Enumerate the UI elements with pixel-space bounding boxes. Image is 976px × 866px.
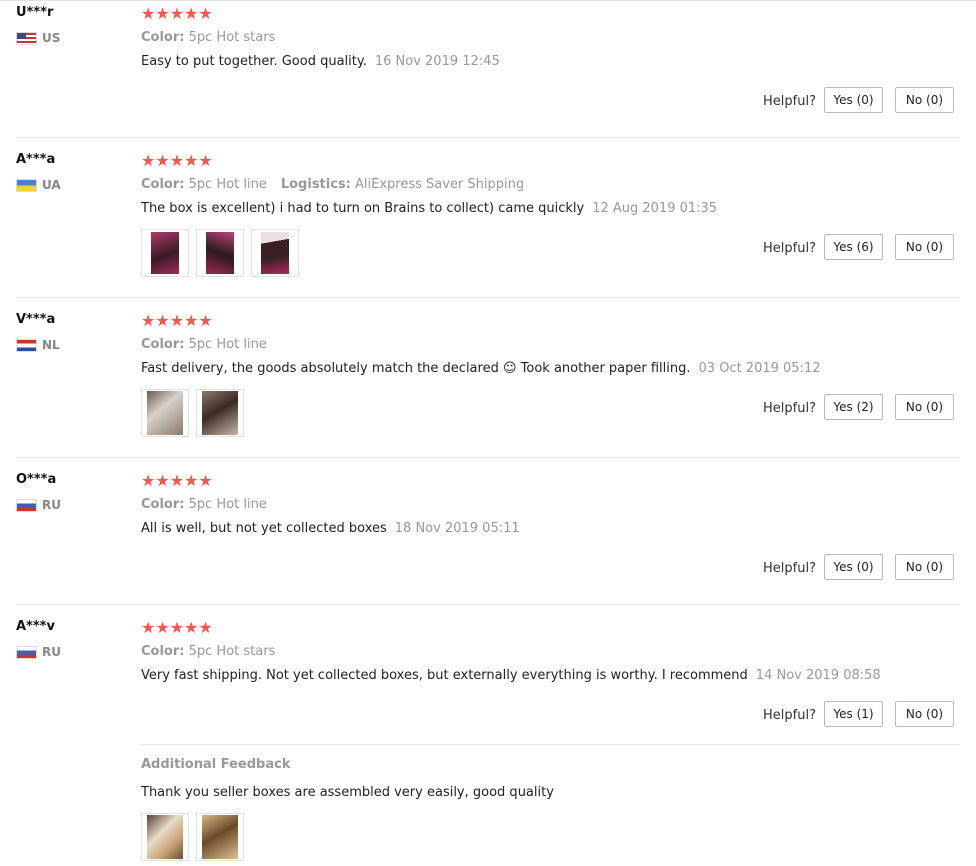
top-divider: [0, 0, 976, 1]
review-text: The box is excellent) i had to turn on B…: [141, 201, 717, 216]
sku-info: Color: 5pc Hot stars: [141, 644, 275, 659]
helpful-label: Helpful?: [763, 94, 816, 109]
review-body: Fast delivery, the goods absolutely matc…: [141, 361, 691, 376]
review-divider: [16, 457, 960, 458]
review-photo[interactable]: [251, 229, 299, 277]
helpful-yes-button[interactable]: Yes (0): [824, 554, 883, 580]
country-code: NL: [42, 338, 60, 352]
additional-divider: [141, 744, 960, 745]
review-body: Easy to put together. Good quality.: [141, 54, 367, 69]
color-value: 5pc Hot line: [188, 177, 267, 192]
color-value: 5pc Hot stars: [188, 644, 276, 659]
helpful-no-button[interactable]: No (0): [895, 554, 954, 580]
ua-flag-icon: [16, 178, 37, 192]
review-text: Very fast shipping. Not yet collected bo…: [141, 668, 881, 683]
helpful-no-button[interactable]: No (0): [895, 701, 954, 727]
star-rating: ★★★★★: [141, 151, 213, 170]
star-rating: ★★★★★: [141, 471, 213, 490]
reviewer-country: UA: [16, 178, 61, 192]
country-code: UA: [42, 178, 61, 192]
reviewer-name: U***r: [16, 5, 54, 20]
helpful-label: Helpful?: [763, 401, 816, 416]
review-text: Fast delivery, the goods absolutely matc…: [141, 361, 820, 376]
review-text: Easy to put together. Good quality. 16 No…: [141, 54, 500, 69]
color-label: Color:: [141, 497, 185, 512]
review-photo[interactable]: [196, 389, 244, 437]
review-photo[interactable]: [141, 389, 189, 437]
nl-flag-icon: [16, 338, 37, 352]
ru-flag-icon: [16, 498, 37, 512]
helpful-no-button[interactable]: No (0): [895, 234, 954, 260]
review-photo[interactable]: [141, 229, 189, 277]
reviewer-name: A***v: [16, 619, 55, 634]
ru-flag-icon: [16, 645, 37, 659]
review-photos: [141, 389, 251, 437]
star-rating: ★★★★★: [141, 311, 213, 330]
review-date: 12 Aug 2019 01:35: [592, 201, 718, 216]
reviewer-name: O***a: [16, 472, 57, 487]
sku-info: Color: 5pc Hot line Logistics: AliExpress…: [141, 177, 524, 192]
helpful-yes-button[interactable]: Yes (1): [824, 701, 883, 727]
review-photos: [141, 229, 306, 277]
sku-info: Color: 5pc Hot line: [141, 337, 267, 352]
logistics-label: Logistics:: [280, 177, 351, 192]
helpful-yes-button[interactable]: Yes (0): [824, 87, 883, 113]
reviewer-country: RU: [16, 498, 61, 512]
reviewer-country: US: [16, 31, 60, 45]
review-divider: [16, 604, 960, 605]
helpful-no-button[interactable]: No (0): [895, 394, 954, 420]
star-rating: ★★★★★: [141, 4, 213, 23]
review-divider: [16, 137, 960, 138]
sku-info: Color: 5pc Hot line: [141, 497, 267, 512]
review-divider: [16, 297, 960, 298]
helpful-no-button[interactable]: No (0): [895, 87, 954, 113]
helpful-label: Helpful?: [763, 241, 816, 256]
helpful-yes-button[interactable]: Yes (6): [824, 234, 883, 260]
color-label: Color:: [141, 177, 185, 192]
color-value: 5pc Hot stars: [188, 30, 276, 45]
review-body: The box is excellent) i had to turn on B…: [141, 201, 585, 216]
review-date: 14 Nov 2019 08:58: [755, 668, 881, 683]
review-photos: [141, 813, 251, 861]
helpful-label: Helpful?: [763, 708, 816, 723]
review-date: 16 Nov 2019 12:45: [374, 54, 500, 69]
review-photo[interactable]: [141, 813, 189, 861]
review-date: 18 Nov 2019 05:11: [394, 521, 520, 536]
color-label: Color:: [141, 337, 185, 352]
additional-feedback-label: Additional Feedback: [141, 757, 291, 772]
star-rating: ★★★★★: [141, 618, 213, 637]
color-value: 5pc Hot line: [188, 497, 267, 512]
review-text: All is well, but not yet collected boxes…: [141, 521, 520, 536]
color-label: Color:: [141, 30, 185, 45]
helpful-yes-button[interactable]: Yes (2): [824, 394, 883, 420]
color-value: 5pc Hot line: [188, 337, 267, 352]
reviewer-name: A***a: [16, 152, 56, 167]
review-photo[interactable]: [196, 813, 244, 861]
logistics-value: AliExpress Saver Shipping: [355, 177, 525, 192]
review-body: All is well, but not yet collected boxes: [141, 521, 387, 536]
sku-info: Color: 5pc Hot stars: [141, 30, 275, 45]
additional-feedback-text: Thank you seller boxes are assembled ver…: [141, 785, 554, 800]
country-code: RU: [42, 498, 61, 512]
color-label: Color:: [141, 644, 185, 659]
reviewer-country: RU: [16, 645, 61, 659]
country-code: RU: [42, 645, 61, 659]
us-flag-icon: [16, 31, 37, 45]
reviewer-name: V***a: [16, 312, 56, 327]
reviewer-country: NL: [16, 338, 60, 352]
review-body: Very fast shipping. Not yet collected bo…: [141, 668, 748, 683]
review-photo[interactable]: [196, 229, 244, 277]
helpful-label: Helpful?: [763, 561, 816, 576]
country-code: US: [42, 31, 61, 45]
review-date: 03 Oct 2019 05:12: [698, 361, 821, 376]
